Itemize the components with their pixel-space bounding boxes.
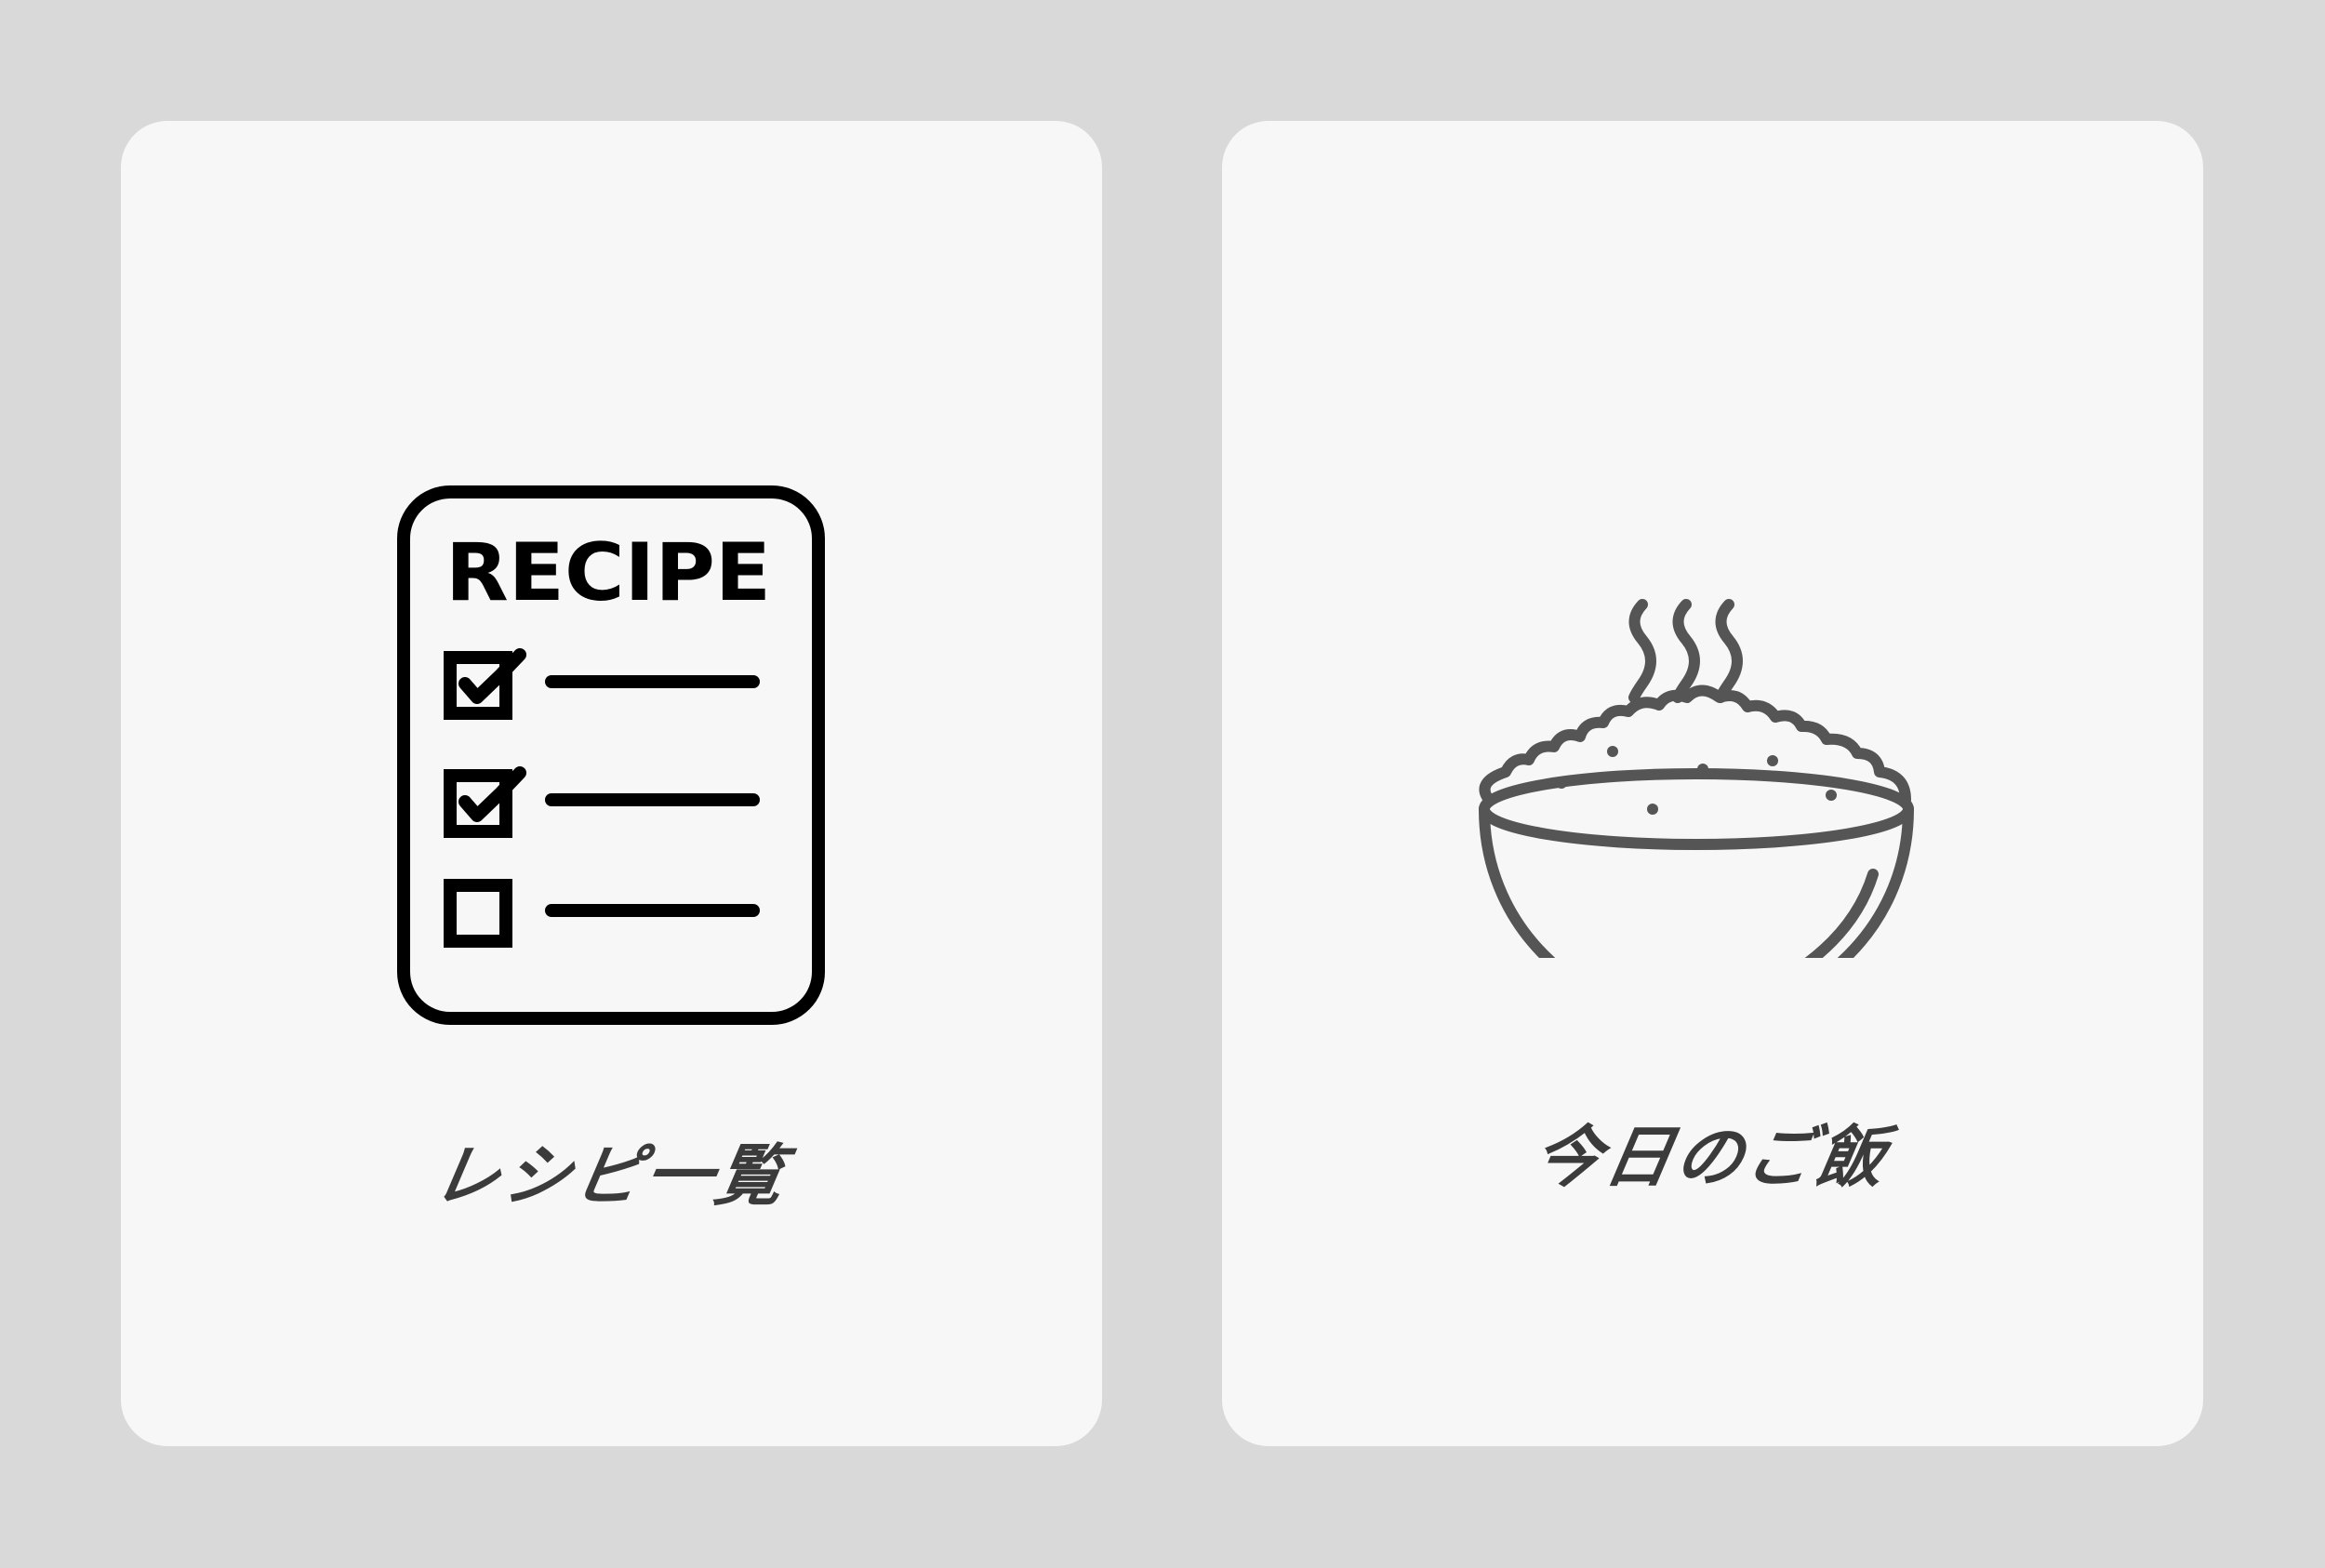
recipe-icon-title: RECIPE — [445, 526, 771, 619]
todays-meal-label: 今日のご飯 — [1527, 1118, 1895, 1196]
recipe-checklist-icon: RECIPE — [397, 485, 825, 1025]
recipe-list-label: レシピ一覧 — [426, 1136, 794, 1215]
recipe-list-card[interactable]: RECIPE レシピ一覧 — [121, 121, 1102, 1446]
rice-bowl-icon — [1479, 599, 1914, 958]
todays-meal-card[interactable]: 今日のご飯 — [1222, 121, 2203, 1446]
